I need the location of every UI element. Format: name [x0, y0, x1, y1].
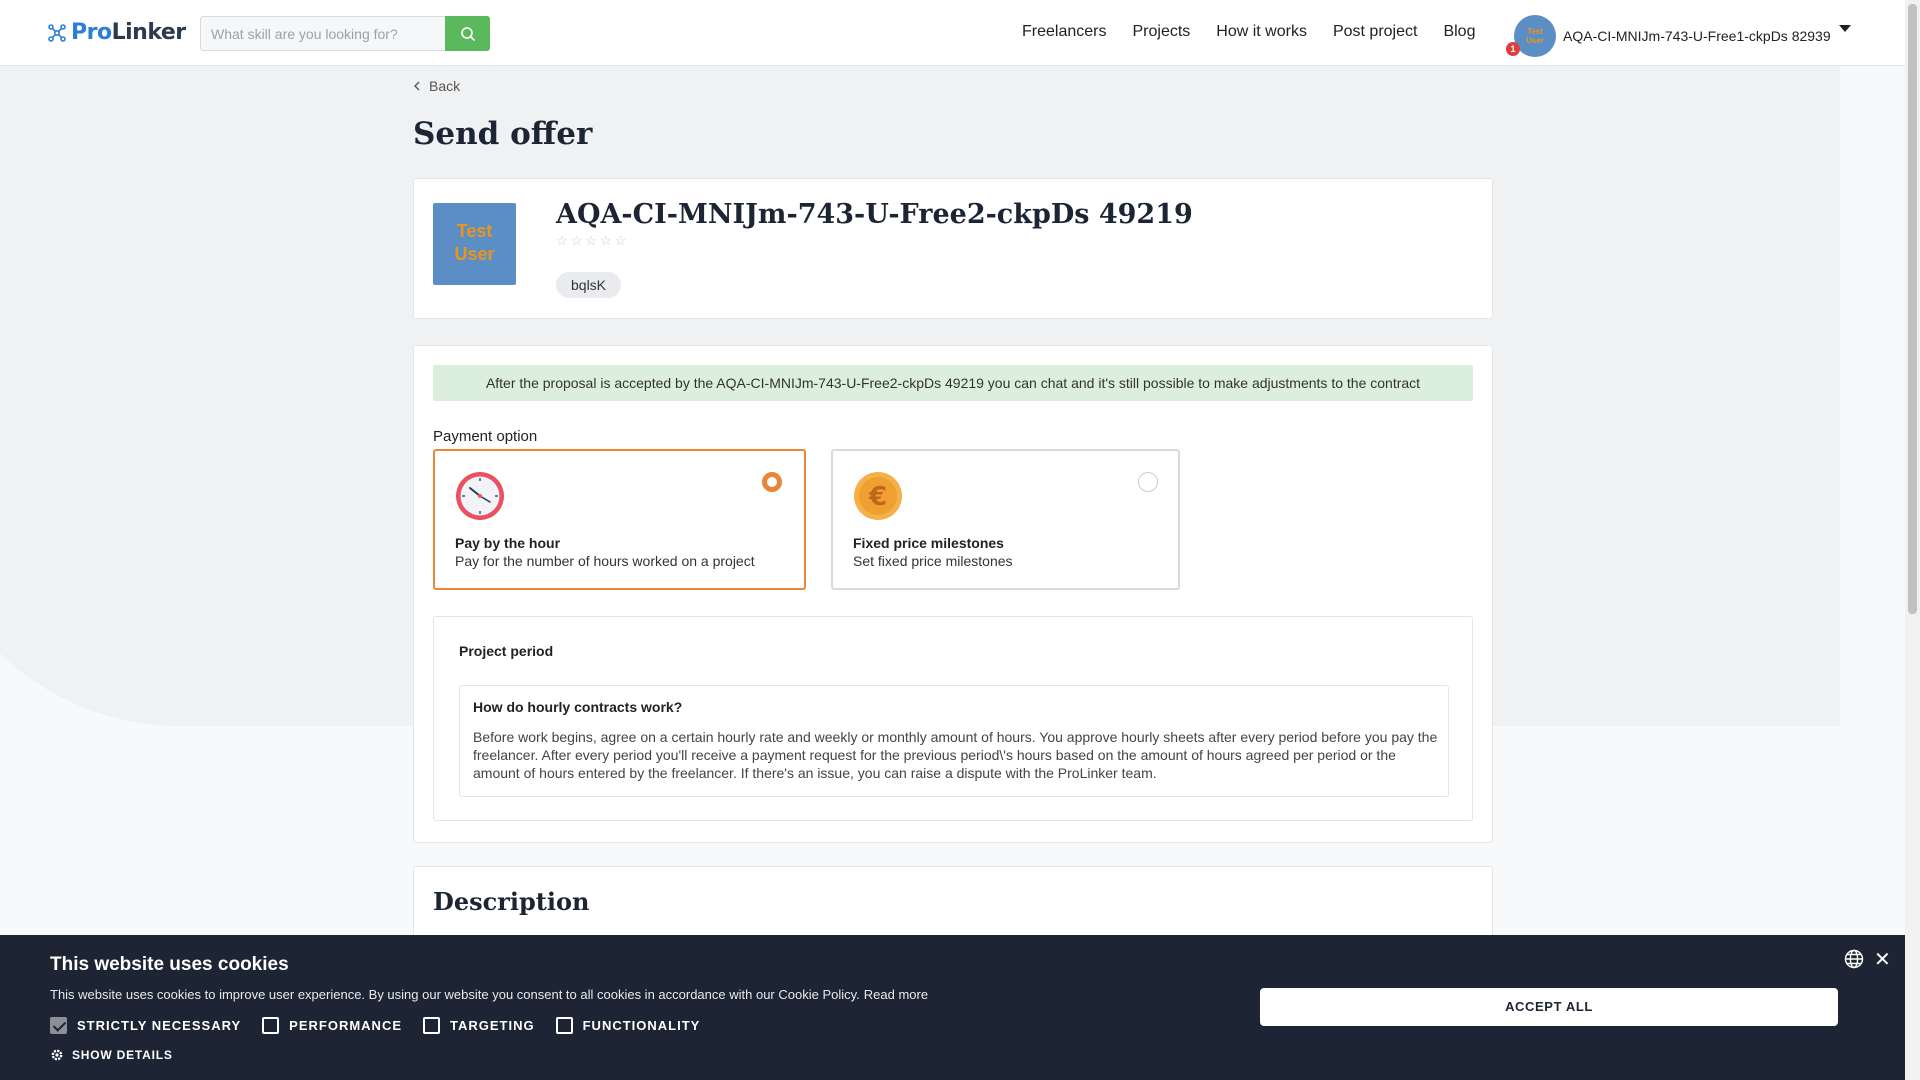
- clock-icon: [456, 472, 504, 520]
- star-icon: ☆: [556, 233, 568, 248]
- nav-freelancers[interactable]: Freelancers: [1022, 23, 1106, 41]
- main-nav: Freelancers Projects How it works Post p…: [1022, 23, 1501, 41]
- show-details-label: SHOW DETAILS: [72, 1048, 173, 1062]
- logo-icon: [48, 23, 66, 42]
- star-icon: ☆: [585, 233, 597, 248]
- search-bar: [200, 16, 490, 51]
- skill-tag: bqlsK: [556, 272, 622, 298]
- cookie-option-functionality[interactable]: FUNCTIONALITY: [555, 1017, 701, 1034]
- payment-option-fixed[interactable]: € Fixed price milestones Set fixed price…: [831, 449, 1180, 590]
- cookie-option-strictly-necessary[interactable]: STRICTLY NECESSARY: [50, 1017, 241, 1034]
- cookie-text: This website uses cookies to improve use…: [50, 987, 928, 1002]
- user-name: AQA-CI-MNIJm-743-U-Free1-ckpDs 82939: [1563, 28, 1831, 44]
- read-more-link[interactable]: Read more: [864, 987, 928, 1002]
- page-title: Send offer: [413, 116, 593, 152]
- payment-option-hourly[interactable]: Pay by the hour Pay for the number of ho…: [433, 449, 806, 590]
- search-icon: [460, 26, 475, 41]
- star-icon: ☆: [599, 233, 612, 248]
- nav-blog[interactable]: Blog: [1443, 23, 1475, 41]
- search-button[interactable]: [445, 16, 490, 51]
- chevron-left-icon: [414, 81, 420, 91]
- cookie-option-targeting[interactable]: TARGETING: [423, 1017, 535, 1034]
- photo-text-line2: User: [454, 244, 495, 264]
- cookie-title: This website uses cookies: [50, 954, 289, 975]
- freelancer-card: Test User AQA-CI-MNIJm-743-U-Free2-ckpDs…: [413, 178, 1493, 319]
- nav-how-it-works[interactable]: How it works: [1216, 23, 1307, 41]
- close-icon[interactable]: ✕: [1874, 947, 1891, 972]
- accept-all-button[interactable]: ACCEPT ALL: [1260, 988, 1838, 1026]
- cookie-option-label: STRICTLY NECESSARY: [77, 1018, 242, 1033]
- checkbox[interactable]: [262, 1017, 280, 1034]
- notification-badge[interactable]: 1: [1506, 42, 1520, 56]
- back-label: Back: [429, 78, 461, 94]
- checkbox[interactable]: [555, 1017, 573, 1034]
- cookie-options: STRICTLY NECESSARY PERFORMANCE TARGETING…: [50, 1017, 721, 1034]
- top-header: ProLinker Freelancers Projects How it wo…: [0, 0, 1905, 66]
- cookie-option-performance[interactable]: PERFORMANCE: [262, 1017, 402, 1034]
- payment-option-label: Payment option: [433, 428, 538, 445]
- nav-projects[interactable]: Projects: [1132, 23, 1190, 41]
- project-period-section: Project period How do hourly contracts w…: [433, 616, 1473, 821]
- search-input[interactable]: [200, 16, 445, 51]
- cookie-banner: This website uses cookies This website u…: [0, 935, 1905, 1080]
- prolinker-logo[interactable]: ProLinker: [47, 20, 186, 45]
- project-period-title: Project period: [459, 643, 554, 659]
- radio-fixed[interactable]: [1138, 472, 1158, 492]
- cookie-option-label: FUNCTIONALITY: [582, 1018, 701, 1033]
- freelancer-photo: Test User: [433, 203, 516, 285]
- user-menu[interactable]: Test User 1 AQA-CI-MNIJm-743-U-Free1-ckp…: [1506, 15, 1831, 57]
- description-title: Description: [433, 887, 590, 916]
- scrollbar[interactable]: [1905, 0, 1920, 1080]
- option-title: Pay by the hour: [455, 535, 561, 551]
- nav-post-project[interactable]: Post project: [1333, 23, 1417, 41]
- svg-text:€: €: [868, 482, 887, 512]
- option-description: Pay for the number of hours worked on a …: [455, 553, 755, 569]
- show-details-button[interactable]: SHOW DETAILS: [50, 1048, 173, 1062]
- option-description: Set fixed price milestones: [853, 553, 1013, 569]
- checkbox[interactable]: [423, 1017, 441, 1034]
- star-icon: ☆: [570, 233, 583, 248]
- freelancer-name[interactable]: AQA-CI-MNIJm-743-U-Free2-ckpDs 49219: [556, 199, 1193, 230]
- euro-coin-icon: €: [854, 472, 902, 520]
- gear-icon: [51, 1049, 63, 1061]
- star-icon: ☆: [614, 233, 627, 248]
- rating-stars: ☆ ☆ ☆ ☆ ☆: [556, 233, 626, 249]
- hint-title: How do hourly contracts work?: [473, 699, 683, 715]
- offer-form-card: After the proposal is accepted by the AQ…: [413, 345, 1493, 843]
- chevron-down-icon[interactable]: [1838, 24, 1852, 34]
- logo-text: ProLinker: [71, 20, 186, 45]
- option-title: Fixed price milestones: [853, 535, 1004, 551]
- hourly-contracts-info: How do hourly contracts work? Before wor…: [459, 685, 1449, 797]
- hint-text: Before work begins, agree on a certain h…: [473, 729, 1438, 781]
- globe-icon[interactable]: [1844, 949, 1864, 969]
- info-banner: After the proposal is accepted by the AQ…: [433, 365, 1473, 401]
- photo-text-line1: Test: [456, 221, 493, 241]
- avatar[interactable]: Test User 1: [1506, 15, 1556, 57]
- cookie-option-label: PERFORMANCE: [289, 1018, 403, 1033]
- checkbox[interactable]: [50, 1017, 67, 1034]
- scrollbar-thumb[interactable]: [1908, 4, 1917, 614]
- cookie-text-body: This website uses cookies to improve use…: [50, 987, 860, 1002]
- radio-hourly[interactable]: [762, 472, 782, 492]
- avatar-text: Test User: [1526, 27, 1544, 45]
- cookie-option-label: TARGETING: [450, 1018, 535, 1033]
- back-link[interactable]: Back: [413, 78, 460, 94]
